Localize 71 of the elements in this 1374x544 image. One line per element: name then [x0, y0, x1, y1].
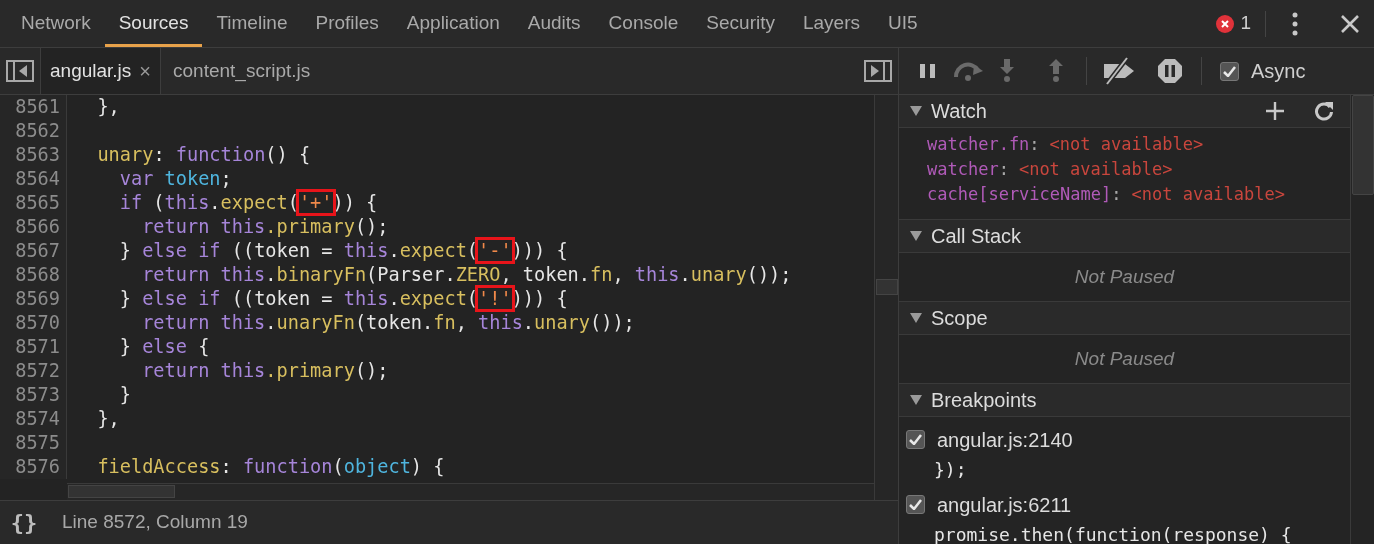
error-icon: [1216, 14, 1235, 33]
tab[interactable]: Timeline: [202, 0, 302, 47]
tab[interactable]: Security: [692, 0, 789, 47]
code-line: if (this.expect('+')) {: [67, 191, 378, 215]
code-line: unary: function() {: [96, 143, 311, 167]
empty-message: Not Paused: [1074, 264, 1175, 289]
cursor-position: Line 8572, Column 19: [62, 510, 248, 535]
scrollbar-thumb[interactable]: [68, 485, 175, 498]
step-into-icon[interactable]: [999, 59, 1015, 83]
breakpoint-checkbox[interactable]: [906, 495, 925, 514]
more-icon[interactable]: [1292, 11, 1298, 36]
add-icon[interactable]: [1266, 102, 1284, 120]
sidebar-toggle-icon[interactable]: [864, 60, 892, 82]
watch-expression: watcher: <not available>: [927, 158, 1174, 181]
close-tab-button[interactable]: ×: [139, 56, 152, 86]
section-header[interactable]: Scope: [899, 302, 1350, 335]
expand-triangle-icon[interactable]: [909, 394, 923, 406]
code-line: },: [96, 95, 120, 119]
breakpoint-location[interactable]: angular.js:2140: [937, 424, 1073, 455]
section-title: Watch: [931, 99, 987, 124]
watch-expression: watcher.fn: <not available>: [927, 133, 1205, 156]
scrollbar-thumb[interactable]: [876, 279, 898, 295]
sidebar-toggle-icon[interactable]: [6, 60, 34, 82]
async-checkbox[interactable]: [1220, 61, 1239, 81]
empty-message: Not Paused: [1074, 346, 1175, 371]
tab[interactable]: Console: [594, 0, 693, 47]
error-count[interactable]: 1: [1240, 9, 1251, 38]
code-line: fieldAccess: function(object) {: [96, 455, 445, 479]
tab[interactable]: Application: [392, 0, 514, 47]
close-icon[interactable]: [1340, 13, 1360, 34]
tab[interactable]: Profiles: [301, 0, 393, 47]
section-header[interactable]: Watch: [899, 95, 1350, 128]
code-line: } else {: [118, 335, 210, 359]
code-line: return this.primary();: [141, 359, 389, 383]
section-header[interactable]: Breakpoints: [899, 384, 1350, 417]
step-over-icon[interactable]: [953, 61, 985, 81]
code-line: return this.primary();: [141, 215, 389, 239]
tab[interactable]: Network: [7, 0, 105, 47]
file-tab[interactable]: content_script.js: [161, 48, 323, 94]
section-title: Scope: [931, 306, 988, 331]
pause-on-exceptions-icon[interactable]: [1157, 58, 1183, 84]
code-line: var token;: [118, 167, 232, 191]
scrollbar-thumb[interactable]: [1352, 95, 1374, 195]
code-line: } else if ((token = this.expect('-'))) {: [67, 239, 568, 263]
section-header[interactable]: Call Stack: [899, 220, 1350, 253]
pause-icon[interactable]: [919, 63, 937, 79]
expand-triangle-icon[interactable]: [909, 230, 923, 242]
refresh-icon[interactable]: [1314, 101, 1334, 121]
code-line: } else if ((token = this.expect('!'))) {: [67, 287, 568, 311]
breakpoint-checkbox[interactable]: [906, 430, 925, 449]
file-tab-label[interactable]: angular.js: [50, 56, 132, 86]
code-line: return this.unaryFn(token.fn, this.unary());: [141, 311, 635, 335]
expand-triangle-icon[interactable]: [909, 105, 923, 117]
breakpoint-code: });: [934, 458, 968, 482]
code-line: }: [118, 383, 131, 407]
breakpoint-location[interactable]: angular.js:6211: [937, 489, 1072, 520]
tab[interactable]: Layers: [788, 0, 874, 47]
code-line: },: [96, 407, 120, 431]
code-line: return this.binaryFn(Parser.ZERO, token.fn, this.unary());: [141, 263, 792, 287]
breakpoint-code: promise.then(function(response) {: [934, 523, 1293, 544]
step-out-icon[interactable]: [1048, 59, 1064, 83]
tab[interactable]: UI5: [874, 0, 932, 47]
section-title: Call Stack: [931, 224, 1022, 249]
file-tab[interactable]: angular.js ×: [40, 48, 162, 94]
expand-triangle-icon[interactable]: [909, 312, 923, 324]
async-label: Async: [1251, 59, 1306, 84]
section-title: Breakpoints: [931, 388, 1037, 413]
pretty-print-button[interactable]: {}: [0, 506, 48, 539]
tab[interactable]: Audits: [513, 0, 595, 47]
watch-expression: cache[serviceName]: <not available>: [927, 183, 1286, 206]
deactivate-breakpoints-icon[interactable]: [1103, 57, 1135, 85]
